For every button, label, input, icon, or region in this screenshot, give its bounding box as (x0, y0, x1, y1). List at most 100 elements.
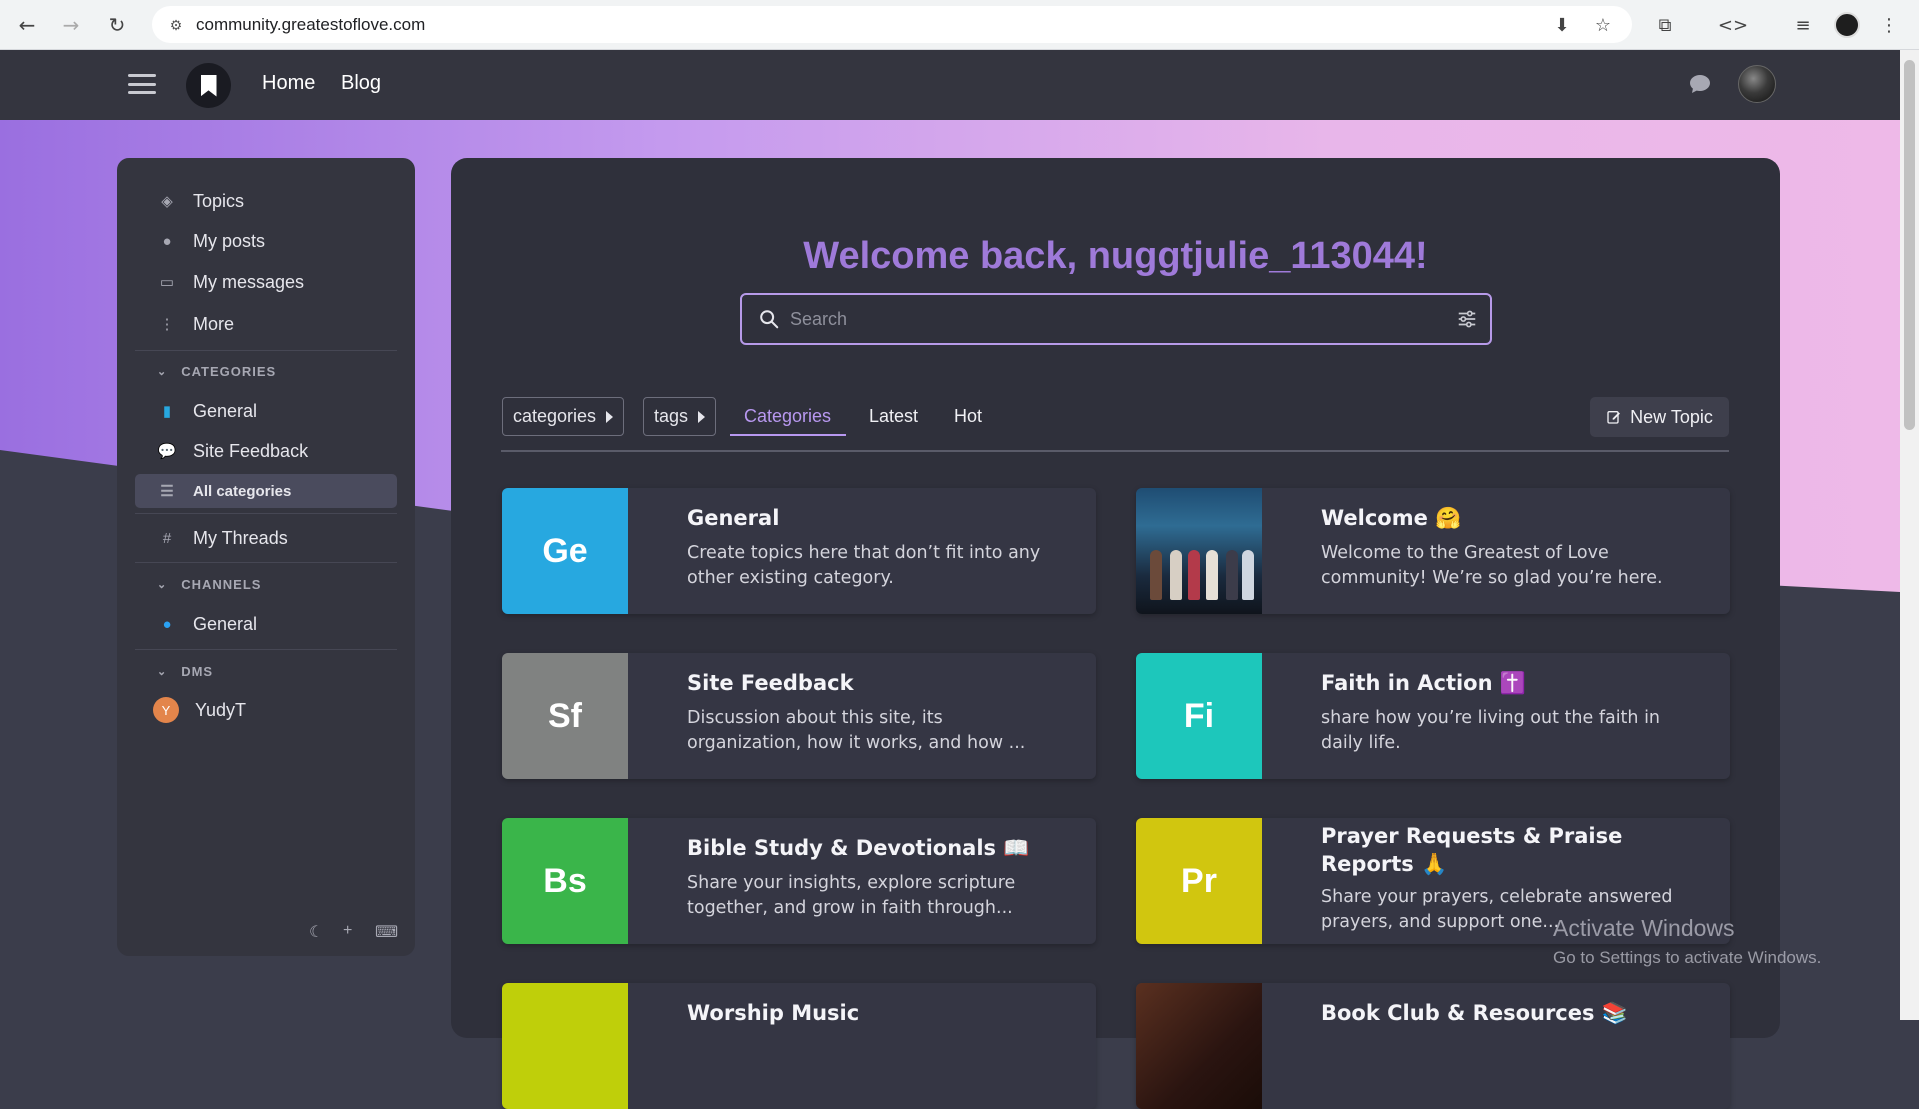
search-icon (760, 310, 779, 329)
category-card-faith-in-action[interactable]: Fi Faith in Action ✝️ share how you’re l… (1136, 653, 1730, 779)
sidebar-item-more[interactable]: ⋮ More (135, 307, 397, 341)
browser-toolbar: ← → ↻ ⚙ community.greatestoflove.com ⬇ ☆… (0, 0, 1919, 50)
category-card-site-feedback[interactable]: Sf Site Feedback Discussion about this s… (502, 653, 1096, 779)
devtools-icon[interactable]: <> (1718, 10, 1748, 40)
chat-bubble-icon: ● (162, 615, 172, 633)
sidebar-channels-heading[interactable]: ⌄ CHANNELS (157, 577, 261, 592)
sidebar-channel-general[interactable]: ● General (135, 607, 397, 641)
speech-bubbles-icon: 💬 (157, 443, 177, 460)
forward-icon[interactable]: → (56, 10, 86, 40)
category-description: Welcome to the Greatest of Love communit… (1321, 543, 1663, 588)
sidebar-item-label: All categories (193, 482, 292, 500)
site-header: Home Blog (0, 50, 1900, 120)
photo-figure (1242, 550, 1254, 600)
category-card-welcome[interactable]: Welcome 🤗 Welcome to the Greatest of Lov… (1136, 488, 1730, 614)
install-app-icon[interactable]: ⬇ (1547, 10, 1577, 40)
address-bar[interactable]: ⚙ community.greatestoflove.com (152, 6, 1632, 43)
sidebar-item-my-posts[interactable]: ● My posts (135, 224, 397, 258)
book-icon: ▮ (162, 403, 172, 420)
sidebar-all-categories[interactable]: ☰ All categories (135, 474, 397, 508)
media-control-icon[interactable]: ≡ (1788, 10, 1818, 40)
page-scrollbar[interactable] (1900, 50, 1919, 1020)
main-panel: Welcome back, nuggtjulie_113044! Search … (451, 158, 1780, 1109)
nav-blog-link[interactable]: Blog (341, 72, 381, 95)
sidebar-dm-yudyt[interactable]: Y YudyT (135, 693, 397, 727)
sidebar-item-label: General (193, 613, 258, 634)
category-description: Create topics here that don’t fit into a… (687, 543, 1041, 588)
site-settings-icon[interactable]: ⚙ (166, 15, 186, 35)
nav-home-link[interactable]: Home (262, 72, 315, 95)
categories-filter-dropdown[interactable]: categories (502, 397, 625, 436)
category-card-worship-music[interactable]: Worship Music (502, 983, 1096, 1109)
sidebar-categories-heading[interactable]: ⌄ CATEGORIES (157, 364, 276, 379)
address-bar-url: community.greatestoflove.com (196, 14, 426, 34)
activation-watermark-title: Activate Windows (1553, 915, 1735, 941)
sidebar-item-label: My posts (193, 230, 266, 251)
sidebar-category-site-feedback[interactable]: 💬 Site Feedback (135, 434, 397, 468)
category-title: General (687, 506, 780, 530)
new-topic-button[interactable]: New Topic (1590, 397, 1729, 437)
sidebar-item-my-threads[interactable]: # My Threads (135, 521, 397, 555)
search-input[interactable]: Search (740, 293, 1492, 345)
sidebar-divider (135, 350, 397, 351)
tabs-divider (501, 450, 1729, 452)
extensions-icon[interactable]: ⧉ (1650, 10, 1680, 40)
photo-figure (1150, 550, 1162, 600)
reload-icon[interactable]: ↻ (102, 10, 132, 40)
back-icon[interactable]: ← (12, 10, 42, 40)
bookmark-star-icon[interactable]: ☆ (1588, 10, 1618, 40)
tab-latest[interactable]: Latest (869, 406, 918, 427)
category-description: Share your insights, explore scripture t… (687, 873, 1016, 918)
current-user-avatar[interactable] (1738, 65, 1776, 103)
tab-hot[interactable]: Hot (954, 406, 982, 427)
category-card-bible-study[interactable]: Bs Bible Study & Devotionals 📖 Share you… (502, 818, 1096, 944)
sidebar-item-my-messages[interactable]: ▭ My messages (135, 265, 397, 299)
hamburger-menu-icon[interactable] (128, 71, 156, 97)
category-title: Welcome 🤗 (1321, 506, 1462, 530)
keyboard-shortcuts-icon[interactable]: ⌨ (375, 922, 398, 942)
chevron-down-icon: ⌄ (157, 666, 168, 678)
sidebar-category-general[interactable]: ▮ General (135, 394, 397, 428)
chevron-down-icon: ⌄ (157, 579, 168, 591)
sidebar-divider (135, 562, 397, 563)
category-tile: Sf (502, 653, 628, 779)
search-filters-icon[interactable] (1456, 308, 1478, 330)
category-description: Discussion about this site, its organiza… (687, 708, 1026, 753)
sidebar-item-label: Topics (193, 190, 245, 211)
sidebar-divider (135, 649, 397, 650)
search-placeholder: Search (790, 308, 848, 329)
browser-menu-icon[interactable]: ⋮ (1874, 10, 1904, 40)
sidebar-item-label: YudyT (195, 699, 247, 720)
chevron-down-icon: ⌄ (157, 366, 168, 378)
category-title: Book Club & Resources 📚 (1321, 1001, 1628, 1025)
caret-right-icon (698, 410, 706, 423)
sidebar-item-topics[interactable]: ◈ Topics (135, 184, 397, 218)
sidebar-item-label: More (193, 313, 235, 334)
tags-filter-dropdown[interactable]: tags (643, 397, 717, 436)
category-card-book-club[interactable]: Book Club & Resources 📚 (1136, 983, 1730, 1109)
category-card-general[interactable]: Ge General Create topics here that don’t… (502, 488, 1096, 614)
category-tile (502, 983, 628, 1109)
sidebar: ◈ Topics ● My posts ▭ My messages ⋮ More ⌄ CA… (117, 158, 415, 956)
scrollbar-thumb[interactable] (1904, 60, 1915, 430)
sidebar-item-label: General (193, 400, 258, 421)
category-title: Bible Study & Devotionals 📖 (687, 836, 1030, 860)
add-section-icon[interactable]: + (343, 922, 352, 940)
category-tile: Bs (502, 818, 628, 944)
category-title: Worship Music (687, 1001, 860, 1025)
dark-mode-toggle-icon[interactable]: ☾ (309, 922, 323, 942)
category-title: Prayer Requests & Praise Reports 🙏 (1321, 824, 1623, 876)
chat-icon[interactable] (1688, 72, 1712, 96)
welcome-heading: Welcome back, nuggtjulie_113044! (803, 235, 1428, 277)
category-tile: Pr (1136, 818, 1262, 944)
inbox-icon: ▭ (159, 274, 175, 291)
sidebar-item-label: My messages (193, 271, 305, 292)
browser-profile-avatar[interactable] (1834, 12, 1860, 38)
tab-categories[interactable]: Categories (744, 406, 831, 427)
welcome-group-photo (1136, 488, 1262, 614)
sidebar-dms-heading[interactable]: ⌄ DMS (157, 664, 213, 679)
category-tile: Ge (502, 488, 628, 614)
sidebar-divider (135, 513, 397, 514)
hashtag-threads-icon: # (162, 529, 172, 547)
site-logo[interactable] (186, 63, 231, 108)
